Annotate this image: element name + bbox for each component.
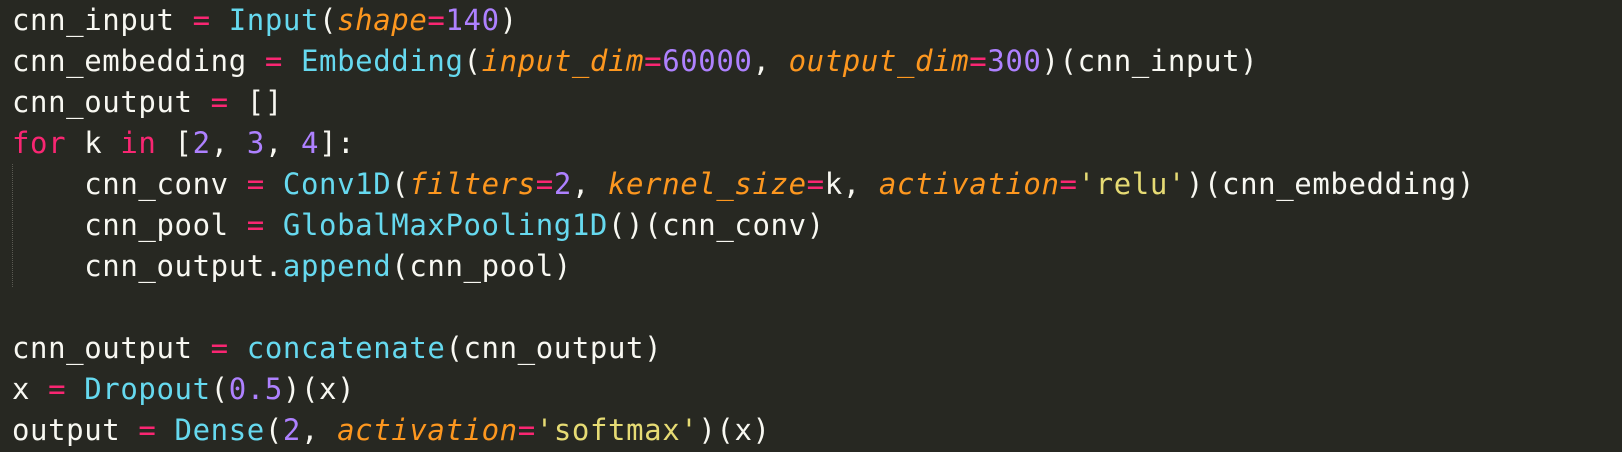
code-token: x	[12, 372, 49, 406]
code-token: Conv1D	[282, 167, 392, 201]
code-token: Input	[228, 3, 320, 37]
code-token: input_dim	[481, 44, 645, 78]
code-token: in	[120, 126, 157, 160]
code-token: )(x)	[282, 372, 356, 406]
code-line: cnn_conv = Conv1D(filters=2, kernel_size…	[12, 164, 1622, 205]
code-token: concatenate	[246, 331, 446, 365]
code-token: 3	[246, 126, 265, 160]
code-line: cnn_input = Input(shape=140)	[12, 0, 1622, 41]
code-line: x = Dropout(0.5)(x)	[12, 369, 1622, 410]
code-token: =	[535, 167, 554, 201]
code-token: =	[264, 44, 283, 78]
code-token: ]:	[319, 126, 356, 160]
code-token: 4	[301, 126, 320, 160]
code-token: )(x)	[698, 413, 771, 447]
code-line: output = Dense(2, activation='softmax')(…	[12, 410, 1622, 451]
code-token: k,	[824, 167, 879, 201]
code-token: filters	[409, 167, 536, 201]
code-token: cnn_output.	[12, 249, 283, 283]
code-token: Embedding	[300, 44, 464, 78]
code-token: cnn_output	[12, 331, 211, 365]
code-token: )(cnn_input)	[1041, 44, 1259, 78]
code-token: 300	[987, 44, 1042, 78]
code-token: []	[228, 85, 283, 119]
code-token: 2	[192, 126, 211, 160]
code-token: =	[246, 208, 265, 242]
code-token: =	[210, 331, 229, 365]
code-token: )(cnn_embedding)	[1185, 167, 1475, 201]
code-token: cnn_pool	[12, 208, 247, 242]
code-token: output	[12, 413, 139, 447]
code-token: 2	[553, 167, 572, 201]
code-token: ,	[300, 413, 338, 447]
code-token: (cnn_pool)	[391, 249, 572, 283]
code-token: =	[517, 413, 536, 447]
code-token: =	[246, 167, 265, 201]
code-token: 'relu'	[1077, 167, 1186, 201]
code-token: 2	[282, 413, 301, 447]
code-token: shape	[337, 3, 428, 37]
code-token: Dropout	[84, 372, 211, 406]
code-token: =	[644, 44, 663, 78]
code-token: (cnn_output)	[445, 331, 663, 365]
code-line: cnn_output = []	[12, 82, 1622, 123]
code-token: k	[66, 126, 121, 160]
code-token: =	[427, 3, 446, 37]
code-token: (	[210, 372, 229, 406]
code-token: GlobalMaxPooling1D	[282, 208, 608, 242]
code-token: =	[192, 3, 211, 37]
code-token: cnn_output	[12, 85, 211, 119]
code-token: ,	[210, 126, 247, 160]
code-token: Dense	[174, 413, 265, 447]
code-token: =	[138, 413, 157, 447]
code-line: cnn_output.append(cnn_pool)	[12, 246, 1622, 287]
code-token: output_dim	[788, 44, 970, 78]
code-token: (	[463, 44, 482, 78]
code-token: =	[48, 372, 67, 406]
code-token: 'softmax'	[535, 413, 699, 447]
code-line: cnn_output = concatenate(cnn_output)	[12, 328, 1622, 369]
code-token: (	[319, 3, 338, 37]
code-token: ()(cnn_conv)	[607, 208, 825, 242]
code-token: )	[499, 3, 518, 37]
code-token: =	[806, 167, 825, 201]
code-token: 0.5	[228, 372, 283, 406]
code-token: cnn_input	[12, 3, 193, 37]
code-token: ,	[571, 167, 608, 201]
code-token: (	[264, 413, 283, 447]
code-token: 60000	[662, 44, 753, 78]
code-token: (	[391, 167, 410, 201]
code-line: cnn_pool = GlobalMaxPooling1D()(cnn_conv…	[12, 205, 1622, 246]
code-token: cnn_conv	[12, 167, 247, 201]
code-block[interactable]: cnn_input = Input(shape=140) cnn_embeddin…	[0, 0, 1622, 451]
code-token: cnn_embedding	[12, 44, 265, 78]
code-token: =	[210, 85, 229, 119]
code-token: activation	[337, 413, 518, 447]
code-token: ,	[264, 126, 301, 160]
code-token: append	[282, 249, 392, 283]
code-token: ,	[752, 44, 789, 78]
code-token: =	[1059, 167, 1078, 201]
code-token: activation	[878, 167, 1060, 201]
code-token: kernel_size	[608, 167, 807, 201]
code-editor[interactable]: cnn_input = Input(shape=140) cnn_embeddin…	[0, 0, 1622, 452]
code-line: for k in [2, 3, 4]:	[12, 123, 1622, 164]
code-token: [	[156, 126, 193, 160]
code-token: 140	[445, 3, 500, 37]
code-line: cnn_embedding = Embedding(input_dim=6000…	[12, 41, 1622, 82]
code-token: for	[12, 126, 67, 160]
code-token: =	[969, 44, 988, 78]
